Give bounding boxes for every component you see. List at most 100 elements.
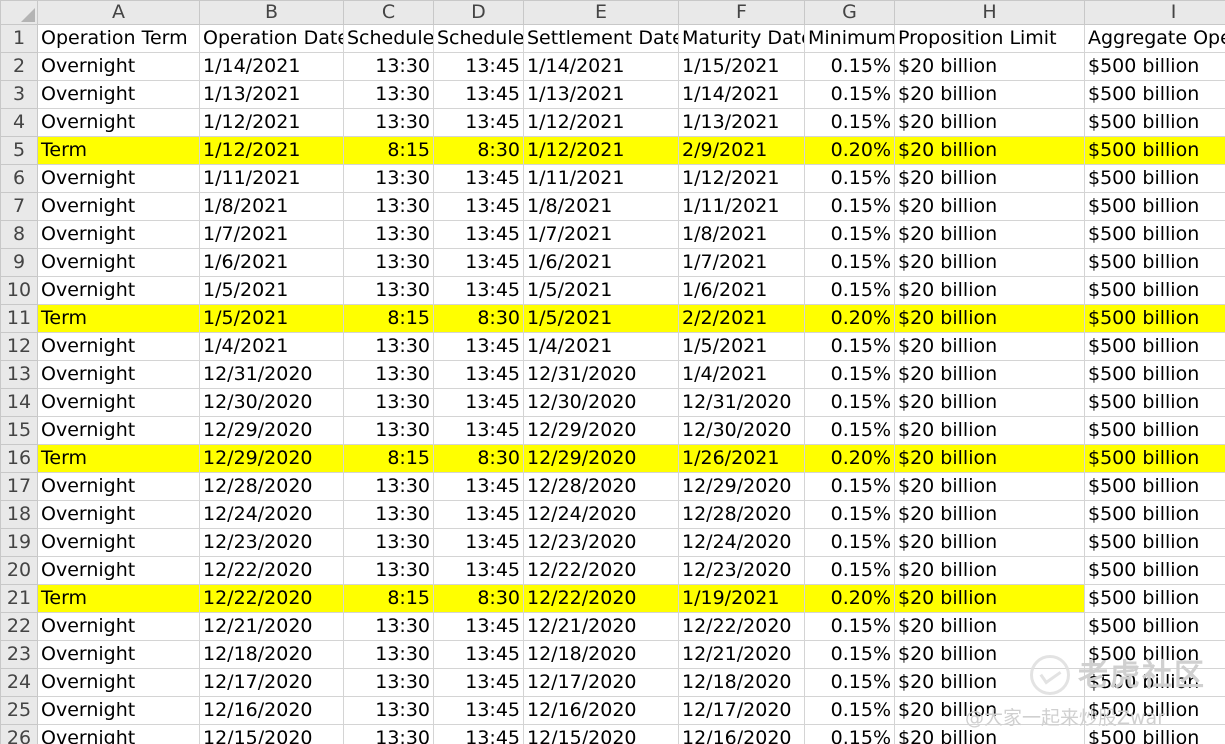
cell-proposition-limit[interactable]: $20 billion	[894, 220, 1085, 249]
cell-scheduled-start[interactable]: 13:30	[343, 696, 434, 725]
cell-scheduled-start[interactable]: 13:30	[343, 416, 434, 445]
cell-settlement-date[interactable]: 1/12/2021	[523, 136, 679, 165]
cell-proposition-limit[interactable]: $20 billion	[894, 192, 1085, 221]
cell-maturity-date[interactable]: 1/8/2021	[678, 220, 805, 249]
cell-scheduled-start[interactable]: 13:30	[343, 332, 434, 361]
cell-maturity-date[interactable]: 1/14/2021	[678, 80, 805, 109]
cell-operation-date[interactable]: 12/22/2020	[199, 584, 344, 613]
cell-operation-term[interactable]: Overnight	[37, 164, 200, 193]
cell-scheduled-end[interactable]: 13:45	[433, 612, 524, 641]
cell-scheduled-start[interactable]: 13:30	[343, 80, 434, 109]
cell-aggregate[interactable]: $500 billion	[1084, 276, 1225, 305]
cell-settlement-date[interactable]: 1/12/2021	[523, 108, 679, 137]
cell-maturity-date[interactable]: 2/2/2021	[678, 304, 805, 333]
cell-scheduled-end[interactable]: 13:45	[433, 52, 524, 81]
row-header[interactable]: 13	[0, 360, 38, 389]
cell-minimum[interactable]: 0.15%	[804, 640, 895, 669]
cell-scheduled-end[interactable]: 13:45	[433, 164, 524, 193]
cell-operation-date[interactable]: 12/22/2020	[199, 556, 344, 585]
cell-operation-date[interactable]: 1/8/2021	[199, 192, 344, 221]
cell-proposition-limit[interactable]: $20 billion	[894, 80, 1085, 109]
cell-aggregate[interactable]: $500 billion	[1084, 416, 1225, 445]
cell-aggregate[interactable]: $500 billion	[1084, 304, 1225, 333]
cell-minimum[interactable]: 0.15%	[804, 220, 895, 249]
cell-maturity-date[interactable]: 12/24/2020	[678, 528, 805, 557]
cell-operation-term[interactable]: Overnight	[37, 724, 200, 744]
cell-operation-date[interactable]: 12/23/2020	[199, 528, 344, 557]
column-header-f[interactable]: F	[678, 0, 805, 25]
cell-scheduled-end[interactable]: 13:45	[433, 80, 524, 109]
cell-minimum[interactable]: 0.15%	[804, 696, 895, 725]
cell-scheduled-end[interactable]: 13:45	[433, 556, 524, 585]
cell-aggregate[interactable]: $500 billion	[1084, 332, 1225, 361]
cell-maturity-date[interactable]: 12/28/2020	[678, 500, 805, 529]
cell-proposition-limit[interactable]: $20 billion	[894, 388, 1085, 417]
cell-settlement-date[interactable]: 12/22/2020	[523, 556, 679, 585]
cell-scheduled-start[interactable]: 13:30	[343, 192, 434, 221]
cell-aggregate[interactable]: $500 billion	[1084, 444, 1225, 473]
cell-scheduled-end[interactable]: 13:45	[433, 696, 524, 725]
cell-operation-term[interactable]: Overnight	[37, 220, 200, 249]
cell-scheduled-start[interactable]: 13:30	[343, 640, 434, 669]
cell-scheduled-start[interactable]: 13:30	[343, 528, 434, 557]
cell-proposition-limit[interactable]: $20 billion	[894, 136, 1085, 165]
cell-scheduled-start[interactable]: 13:30	[343, 668, 434, 697]
cell-scheduled-end[interactable]: 13:45	[433, 276, 524, 305]
cell-settlement-date[interactable]: 1/4/2021	[523, 332, 679, 361]
column-header-c[interactable]: C	[343, 0, 434, 25]
cell-operation-term[interactable]: Overnight	[37, 192, 200, 221]
row-header[interactable]: 21	[0, 584, 38, 613]
row-header[interactable]: 18	[0, 500, 38, 529]
cell-operation-date[interactable]: 12/30/2020	[199, 388, 344, 417]
cell-maturity-date[interactable]: 1/12/2021	[678, 164, 805, 193]
cell-scheduled-start[interactable]: 13:30	[343, 248, 434, 277]
cell-aggregate[interactable]: $500 billion	[1084, 668, 1225, 697]
row-header[interactable]: 19	[0, 528, 38, 557]
cell-scheduled-start[interactable]: 13:30	[343, 500, 434, 529]
cell-scheduled-end[interactable]: 13:45	[433, 500, 524, 529]
row-header[interactable]: 5	[0, 136, 38, 165]
cell-operation-term[interactable]: Term	[37, 304, 200, 333]
cell-settlement-date[interactable]: 12/15/2020	[523, 724, 679, 744]
row-header[interactable]: 3	[0, 80, 38, 109]
row-header[interactable]: 6	[0, 164, 38, 193]
cell-minimum[interactable]: 0.15%	[804, 332, 895, 361]
cell-scheduled-end[interactable]: 13:45	[433, 528, 524, 557]
cell-aggregate[interactable]: $500 billion	[1084, 192, 1225, 221]
cell-operation-date[interactable]: 12/17/2020	[199, 668, 344, 697]
cell-settlement-date[interactable]: 1/11/2021	[523, 164, 679, 193]
cell-operation-term[interactable]: Overnight	[37, 668, 200, 697]
header-cell-maturity-date[interactable]: Maturity Date	[678, 24, 805, 53]
cell-scheduled-start[interactable]: 8:15	[343, 136, 434, 165]
cell-scheduled-end[interactable]: 13:45	[433, 668, 524, 697]
column-header-d[interactable]: D	[433, 0, 524, 25]
cell-settlement-date[interactable]: 1/14/2021	[523, 52, 679, 81]
cell-scheduled-start[interactable]: 8:15	[343, 304, 434, 333]
cell-proposition-limit[interactable]: $20 billion	[894, 248, 1085, 277]
cell-operation-term[interactable]: Term	[37, 136, 200, 165]
cell-maturity-date[interactable]: 2/9/2021	[678, 136, 805, 165]
cell-aggregate[interactable]: $500 billion	[1084, 612, 1225, 641]
cell-maturity-date[interactable]: 12/18/2020	[678, 668, 805, 697]
row-header[interactable]: 23	[0, 640, 38, 669]
cell-maturity-date[interactable]: 1/5/2021	[678, 332, 805, 361]
row-header[interactable]: 24	[0, 668, 38, 697]
cell-maturity-date[interactable]: 12/17/2020	[678, 696, 805, 725]
column-header-g[interactable]: G	[804, 0, 895, 25]
cell-maturity-date[interactable]: 12/31/2020	[678, 388, 805, 417]
column-header-a[interactable]: A	[37, 0, 200, 25]
row-header[interactable]: 20	[0, 556, 38, 585]
cell-operation-date[interactable]: 1/12/2021	[199, 136, 344, 165]
cell-settlement-date[interactable]: 12/23/2020	[523, 528, 679, 557]
cell-operation-date[interactable]: 12/18/2020	[199, 640, 344, 669]
cell-aggregate[interactable]: $500 billion	[1084, 500, 1225, 529]
row-header[interactable]: 26	[0, 724, 38, 744]
cell-proposition-limit[interactable]: $20 billion	[894, 724, 1085, 744]
cell-settlement-date[interactable]: 1/7/2021	[523, 220, 679, 249]
cell-proposition-limit[interactable]: $20 billion	[894, 276, 1085, 305]
cell-operation-term[interactable]: Overnight	[37, 640, 200, 669]
cell-maturity-date[interactable]: 12/30/2020	[678, 416, 805, 445]
cell-maturity-date[interactable]: 1/7/2021	[678, 248, 805, 277]
cell-proposition-limit[interactable]: $20 billion	[894, 360, 1085, 389]
cell-operation-date[interactable]: 12/29/2020	[199, 444, 344, 473]
